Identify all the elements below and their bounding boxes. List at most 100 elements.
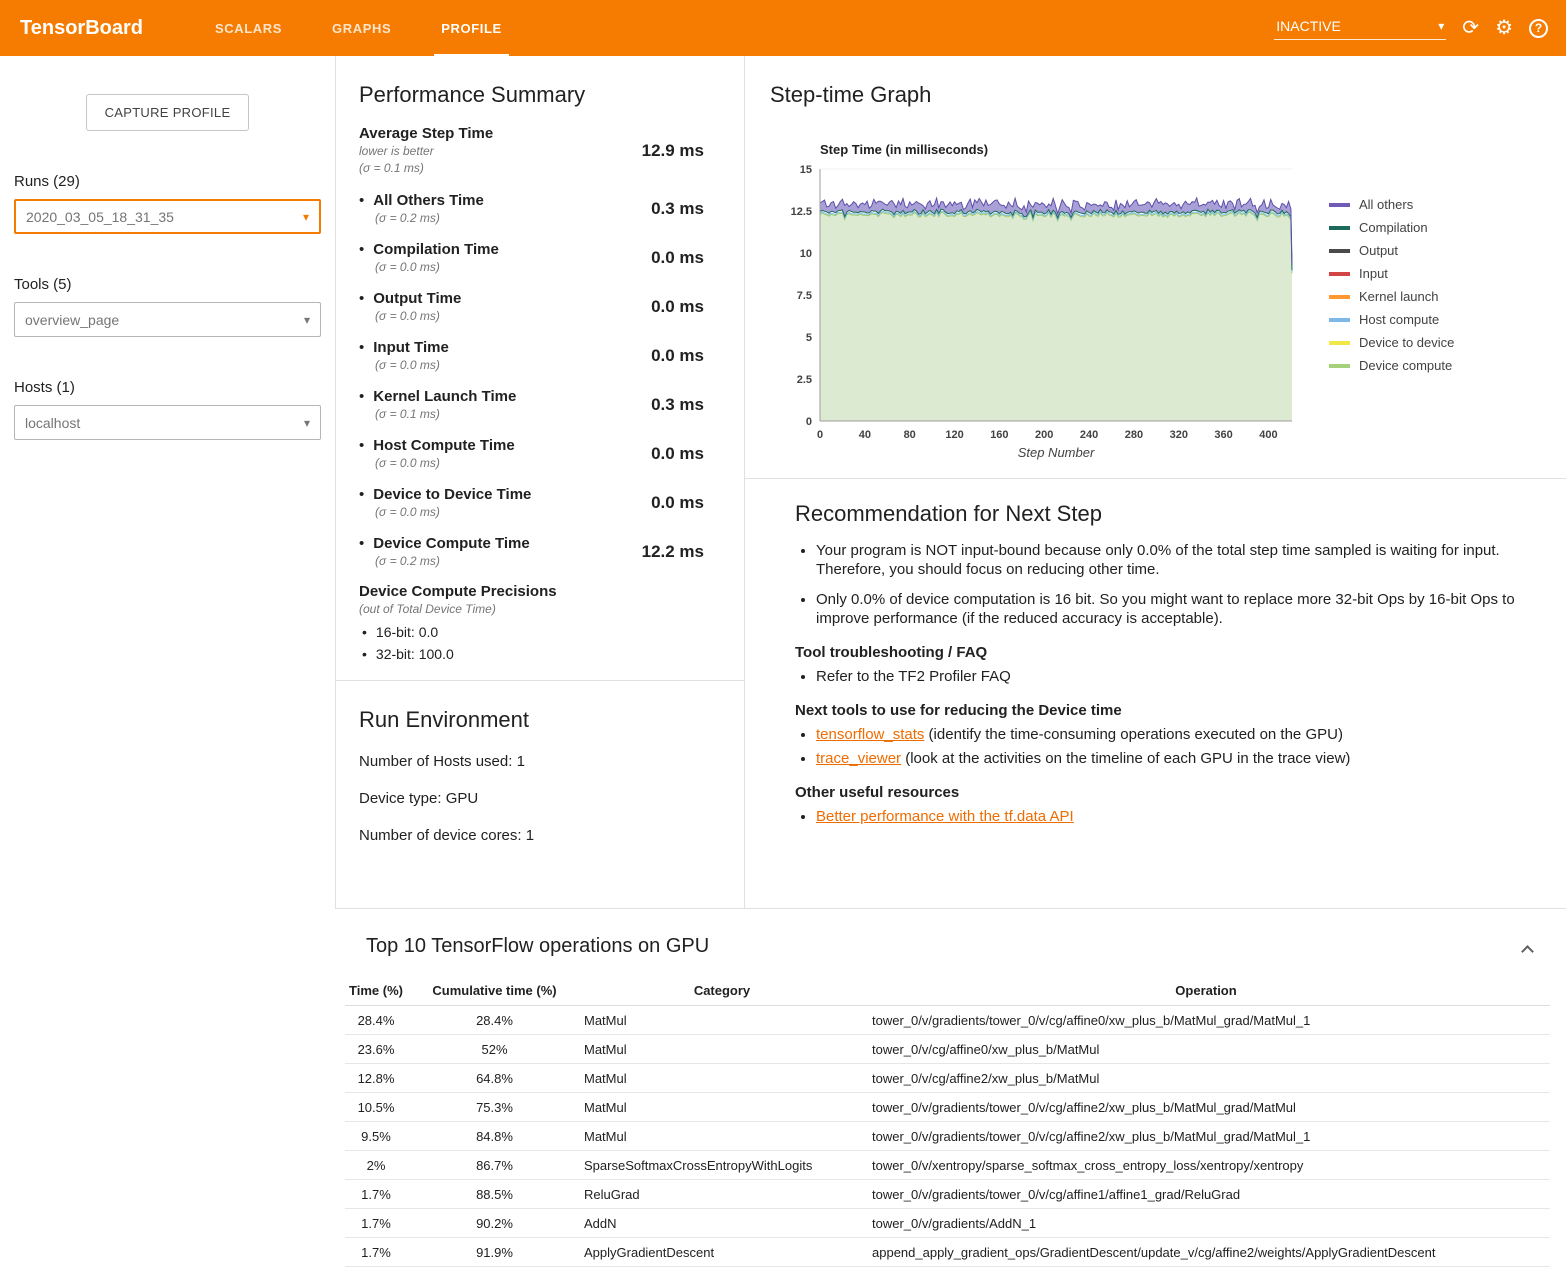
app-title: TensorBoard: [20, 0, 190, 56]
svg-text:120: 120: [945, 429, 963, 441]
svg-text:12.5: 12.5: [791, 206, 812, 218]
cell-time: 2%: [345, 1158, 407, 1173]
cell-time: 1.7%: [345, 1216, 407, 1231]
refresh-icon[interactable]: ⟳: [1462, 18, 1479, 38]
faq-item: Refer to the TF2 Profiler FAQ: [816, 667, 1521, 686]
cell-category: SparseSoftmaxCrossEntropyWithLogits: [582, 1158, 862, 1173]
tools-dropdown[interactable]: overview_page ▾: [14, 302, 321, 337]
header-actions: INACTIVE ▾ ⟳ ⚙ ?: [1274, 0, 1566, 56]
recommendation-bullet: Your program is NOT input-bound because …: [816, 541, 1521, 579]
cell-category: MatMul: [582, 1071, 862, 1086]
svg-text:240: 240: [1080, 429, 1098, 441]
status-dropdown-value: INACTIVE: [1276, 18, 1341, 34]
table-row: 1.7% 91.9% ApplyGradientDescent append_a…: [345, 1238, 1550, 1267]
runs-dropdown[interactable]: 2020_03_05_18_31_35 ▾: [14, 199, 321, 234]
legend-item: Input: [1329, 266, 1454, 281]
help-icon[interactable]: ?: [1529, 19, 1548, 38]
legend-item: Device compute: [1329, 358, 1454, 373]
cell-cumulative: 52%: [407, 1042, 582, 1057]
resources-list: Better performance with the tf.data API: [795, 807, 1521, 826]
average-step-time-label: Average Step Time: [359, 124, 493, 143]
recommendation-bullets: Your program is NOT input-bound because …: [795, 541, 1521, 628]
tfdata-api-link[interactable]: Better performance with the tf.data API: [816, 808, 1074, 825]
next-tools-list: tensorflow_stats (identify the time-cons…: [795, 725, 1521, 768]
recommendation-bullet: Only 0.0% of device computation is 16 bi…: [816, 590, 1521, 628]
table-row: 12.8% 64.8% MatMul tower_0/v/cg/affine2/…: [345, 1064, 1550, 1093]
legend-label: Host compute: [1359, 312, 1439, 327]
hosts-label: Hosts (1): [14, 379, 335, 396]
legend-item: All others: [1329, 197, 1454, 212]
resources-heading: Other useful resources: [795, 784, 1521, 801]
svg-text:400: 400: [1259, 429, 1277, 441]
legend-item: Device to device: [1329, 335, 1454, 350]
chevron-up-icon: [1521, 945, 1534, 958]
step-time-graph-section: Step-time Graph Step Time (in millisecon…: [770, 56, 1566, 460]
top-ops-title: Top 10 TensorFlow operations on GPU: [366, 935, 709, 958]
next-tool-item: tensorflow_stats (identify the time-cons…: [816, 725, 1521, 744]
legend-swatch: [1329, 249, 1350, 253]
legend-swatch: [1329, 226, 1350, 230]
perf-metric-sigma: (σ = 0.0 ms): [375, 259, 499, 276]
cell-category: AddN: [582, 1216, 862, 1231]
tool-link[interactable]: tensorflow_stats: [816, 726, 924, 743]
svg-text:40: 40: [859, 429, 871, 441]
cell-cumulative: 64.8%: [407, 1071, 582, 1086]
cell-operation: tower_0/v/cg/affine2/xw_plus_b/MatMul: [862, 1071, 1550, 1086]
perf-metric-sigma: (σ = 0.2 ms): [375, 553, 530, 570]
average-step-time-sigma: (σ = 0.1 ms): [359, 160, 493, 177]
legend-label: Input: [1359, 266, 1388, 281]
svg-text:160: 160: [990, 429, 1008, 441]
hosts-dropdown[interactable]: localhost ▾: [14, 405, 321, 440]
app-header: TensorBoard SCALARS GRAPHS PROFILE INACT…: [0, 0, 1566, 56]
cell-time: 23.6%: [345, 1042, 407, 1057]
perf-metric-value: 12.2 ms: [642, 542, 704, 562]
table-row: 9.5% 84.8% MatMul tower_0/v/gradients/to…: [345, 1122, 1550, 1151]
cell-category: ApplyGradientDescent: [582, 1245, 862, 1260]
tools-dropdown-value: overview_page: [25, 312, 119, 328]
perf-metric-label: Device to Device Time: [359, 485, 531, 504]
perf-metric-row: Input Time (σ = 0.0 ms) 0.0 ms: [359, 338, 704, 374]
runs-label: Runs (29): [14, 173, 335, 190]
chevron-down-icon: ▾: [304, 416, 310, 430]
table-body: 28.4% 28.4% MatMul tower_0/v/gradients/t…: [345, 1006, 1550, 1267]
tool-link[interactable]: trace_viewer: [816, 750, 901, 767]
precisions-subtitle: (out of Total Device Time): [359, 602, 704, 616]
legend-swatch: [1329, 272, 1350, 276]
settings-gear-icon[interactable]: ⚙: [1495, 18, 1513, 38]
cell-cumulative: 86.7%: [407, 1158, 582, 1173]
runs-dropdown-value: 2020_03_05_18_31_35: [26, 209, 174, 225]
recommendation-title: Recommendation for Next Step: [795, 501, 1521, 527]
capture-profile-button[interactable]: CAPTURE PROFILE: [86, 94, 250, 131]
sidebar: CAPTURE PROFILE Runs (29) 2020_03_05_18_…: [0, 56, 335, 1267]
perf-metric-label: Device Compute Time: [359, 534, 530, 553]
next-tool-item: trace_viewer (look at the activities on …: [816, 749, 1521, 768]
chevron-down-icon: ▾: [1438, 19, 1444, 33]
legend-swatch: [1329, 318, 1350, 322]
svg-text:80: 80: [904, 429, 916, 441]
cell-cumulative: 90.2%: [407, 1216, 582, 1231]
tab-scalars[interactable]: SCALARS: [190, 0, 307, 56]
list-item: 16-bit: 0.0: [362, 624, 704, 640]
tab-graphs[interactable]: GRAPHS: [307, 0, 416, 56]
legend-item: Output: [1329, 243, 1454, 258]
legend-label: Output: [1359, 243, 1398, 258]
step-time-column: Step-time Graph Step Time (in millisecon…: [745, 56, 1566, 908]
cell-operation: tower_0/v/gradients/tower_0/v/cg/affine0…: [862, 1013, 1550, 1028]
tab-profile[interactable]: PROFILE: [416, 0, 527, 56]
chart-title: Step Time (in milliseconds): [820, 142, 1566, 157]
col-header-time: Time (%): [345, 983, 407, 998]
cell-cumulative: 28.4%: [407, 1013, 582, 1028]
collapse-button[interactable]: [1519, 943, 1536, 960]
tools-label: Tools (5): [14, 276, 335, 293]
perf-metric-row: All Others Time (σ = 0.2 ms) 0.3 ms: [359, 191, 704, 227]
legend-swatch: [1329, 341, 1350, 345]
perf-metric-value: 0.0 ms: [651, 297, 704, 317]
status-dropdown[interactable]: INACTIVE ▾: [1274, 16, 1446, 40]
cell-operation: tower_0/v/xentropy/sparse_softmax_cross_…: [862, 1158, 1550, 1173]
svg-text:200: 200: [1035, 429, 1053, 441]
faq-list: Refer to the TF2 Profiler FAQ: [795, 667, 1521, 686]
perf-metric-label: Input Time: [359, 338, 449, 357]
perf-metric-row: Device to Device Time (σ = 0.0 ms) 0.0 m…: [359, 485, 704, 521]
tool-link-description: (identify the time-consuming operations …: [924, 726, 1343, 743]
perf-metric-value: 0.0 ms: [651, 493, 704, 513]
